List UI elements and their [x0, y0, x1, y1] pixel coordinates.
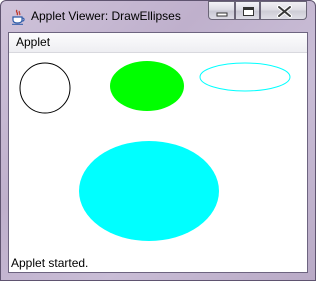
java-cup-icon — [12, 9, 25, 25]
applet-client-area: Applet Applet started. — [8, 32, 308, 273]
maximize-icon — [243, 7, 254, 16]
applet-canvas — [19, 61, 291, 241]
close-button[interactable] — [260, 1, 307, 20]
ellipse-black-outline — [19, 62, 71, 114]
ellipse-cyan-filled — [79, 141, 219, 241]
ellipse-cyan-outline — [199, 62, 291, 92]
ellipse-green-filled — [110, 61, 184, 111]
menu-applet[interactable]: Applet — [16, 35, 50, 49]
applet-viewer-window: Applet Viewer: DrawEllipses Applet Apple… — [0, 0, 316, 281]
minimize-icon — [216, 12, 228, 17]
maximize-button[interactable] — [235, 1, 260, 20]
menu-bar: Applet — [9, 33, 307, 53]
minimize-button[interactable] — [208, 1, 235, 20]
status-bar-text: Applet started. — [11, 256, 89, 270]
window-title: Applet Viewer: DrawEllipses — [31, 9, 181, 23]
title-bar[interactable]: Applet Viewer: DrawEllipses — [1, 1, 315, 32]
close-icon — [277, 5, 292, 18]
